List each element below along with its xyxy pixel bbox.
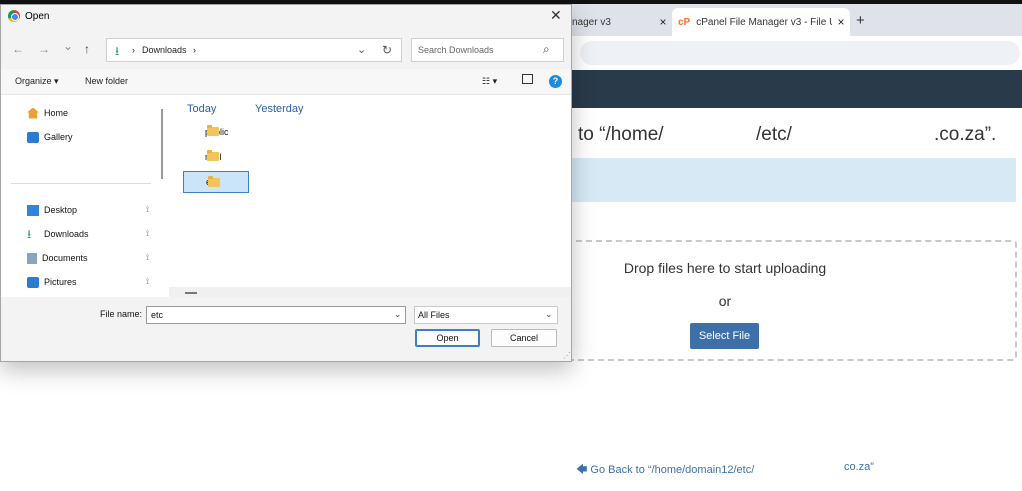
search-input[interactable]: Search Downloads ⌕ [411,38,564,62]
dialog-title: Open [25,11,50,22]
sidebar-item-label: Downloads [44,229,89,239]
sidebar-scrollbar[interactable] [161,109,163,179]
info-bar [572,158,1016,202]
chevron-down-icon[interactable]: ⌄ [545,309,553,320]
breadcrumb-downloads[interactable]: Downloads [142,45,187,55]
tab-close-icon[interactable]: × [654,15,672,29]
dialog-nav-row: ← → ⌄ ↑ ⭳ › Downloads › ⌄ ↻ Search Downl… [1,27,571,69]
up-arrow-icon[interactable]: ↑ [84,42,90,56]
file-name-label: File name: [100,309,143,319]
download-icon: ⭳ [27,226,32,241]
file-pane-scroll-thumb[interactable] [185,292,197,294]
search-icon: ⌕ [543,42,550,56]
back-arrow-icon[interactable]: ← [12,42,24,56]
folder-item-mail[interactable]: mail [183,146,249,168]
organize-button[interactable]: Organize ▾ [15,76,59,87]
dialog-file-pane: Today Yesterday public mail etc [169,95,571,287]
upload-destination-title: .co.za”. [934,124,997,145]
breadcrumb-separator[interactable]: › [193,45,196,55]
new-tab-button[interactable]: + [856,12,865,29]
sidebar-item-label: Pictures [44,277,77,287]
gallery-icon [27,131,39,143]
forward-arrow-icon[interactable]: → [38,42,50,56]
go-back-text: Go Back to “/home/domain12/etc/ [590,464,755,476]
file-name-input[interactable]: etc [146,306,406,324]
go-back-link[interactable]: 🡄 Go Back to “/home/domain12/etc/ [576,461,754,480]
file-pane-scrollbar[interactable] [169,287,571,297]
recent-locations-chevron-icon[interactable]: ⌄ [63,39,73,53]
help-icon[interactable]: ? [549,75,562,88]
dialog-title-bar: Open ✕ [1,5,571,27]
search-placeholder: Search Downloads [418,45,494,55]
cancel-button[interactable]: Cancel [491,329,557,347]
folder-icon [207,150,219,161]
breadcrumb-separator: › [132,45,135,55]
view-options-button[interactable]: ☷ ▾ [482,76,497,87]
browser-address-bar[interactable] [580,41,1020,65]
pin-icon: ⟟ [146,253,149,262]
sidebar-item-label: Documents [42,253,88,263]
sidebar-item-pictures[interactable]: Pictures [27,274,77,290]
open-button[interactable]: Open [415,329,480,347]
tab-close-icon[interactable]: × [832,15,850,29]
dialog-footer: File name: etc ⌄ All Files ⌄ Open Cancel… [1,297,571,361]
desktop-icon [27,204,39,216]
browser-tab-file-manager[interactable]: nager v3 × [572,8,672,36]
back-arrow-icon: 🡄 [576,464,591,476]
folder-icon [207,125,219,136]
dialog-command-bar: Organize ▾ New folder ☷ ▾ ? [1,69,571,95]
sidebar-item-gallery[interactable]: Gallery [27,129,73,145]
sidebar-item-documents[interactable]: Documents [27,250,88,266]
dialog-address-bar[interactable]: ⭳ › Downloads › ⌄ ↻ [106,38,402,62]
pin-icon: ⟟ [146,229,149,238]
sidebar-item-label: Home [44,108,69,118]
sidebar-item-home[interactable]: Home [27,105,68,121]
sidebar-item-label: Gallery [44,132,73,142]
upload-destination-title: to “/home/ [578,124,664,145]
chrome-icon [8,10,20,22]
resize-grip-icon[interactable]: ⋰ [563,351,571,360]
open-file-dialog: Open ✕ ← → ⌄ ↑ ⭳ › Downloads › ⌄ ↻ Searc… [0,4,572,362]
sidebar-divider [11,183,151,184]
select-file-button[interactable]: Select File [690,323,759,349]
pin-icon: ⟟ [146,277,149,286]
download-icon: ⭳ [115,44,120,58]
browser-tab-file-upload[interactable]: cP cPanel File Manager v3 - File Up × [672,8,850,36]
home-icon [27,107,39,119]
folder-icon [208,176,220,187]
tab-title: nager v3 [572,16,611,28]
tab-title: cPanel File Manager v3 - File Up [696,16,832,28]
refresh-icon[interactable]: ↻ [382,43,392,57]
tab-yesterday[interactable]: Yesterday [255,103,304,115]
sidebar-item-desktop[interactable]: Desktop [27,202,77,218]
new-folder-button[interactable]: New folder [85,76,128,86]
or-text: or [718,293,732,309]
tab-today[interactable]: Today [187,103,216,115]
sidebar-item-label: Desktop [44,205,78,215]
pictures-icon [27,276,39,288]
file-type-select[interactable]: All Files [414,306,558,324]
documents-icon [27,252,37,264]
sidebar-item-downloads[interactable]: ⭳ Downloads [27,226,89,242]
go-back-link-tail[interactable]: co.za” [844,461,874,473]
upload-destination-title: /etc/ [756,124,792,145]
chevron-down-icon[interactable]: ⌄ [394,309,402,320]
close-icon[interactable]: ✕ [550,7,562,24]
preview-pane-icon[interactable] [522,74,533,84]
folder-item-public[interactable]: public [183,121,249,143]
chevron-down-icon[interactable]: ⌄ [357,43,366,56]
dialog-nav-pane: Home Gallery Desktop ⟟ ⭳ Downloads ⟟ Doc… [1,95,167,297]
pin-icon: ⟟ [146,205,149,214]
drop-zone-text: Drop files here to start uploading [623,260,827,276]
folder-item-etc[interactable]: etc [183,171,249,193]
cpanel-icon: cP [678,16,691,28]
